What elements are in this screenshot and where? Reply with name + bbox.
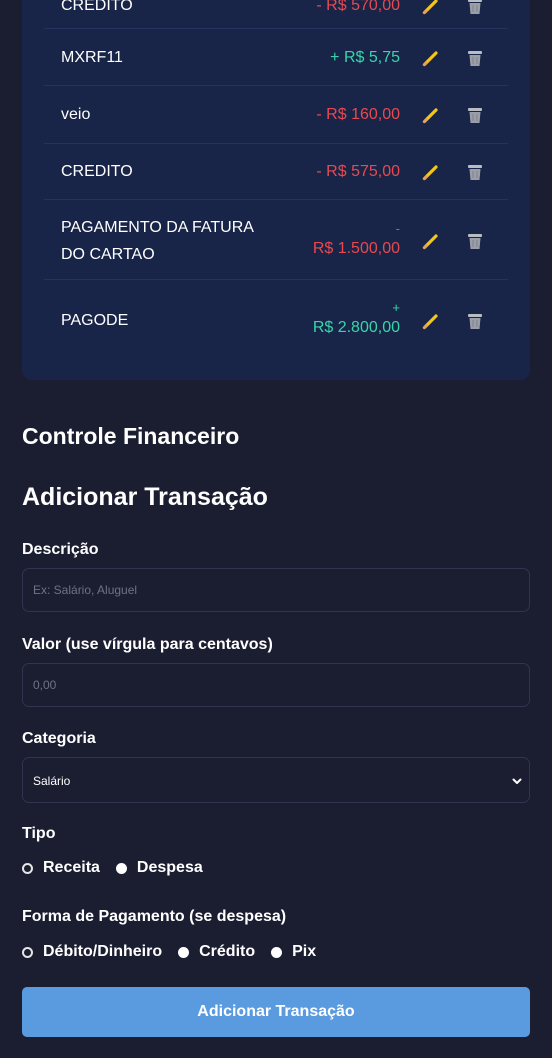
edit-button[interactable] xyxy=(420,47,442,69)
type-option-despesa[interactable]: Despesa xyxy=(115,858,203,878)
transaction-row: PAGAMENTO DA FATURA DO CARTAO - R$ 1.500… xyxy=(44,200,508,280)
transaction-description: PAGODE xyxy=(61,312,129,329)
pencil-icon xyxy=(422,0,438,15)
transaction-row: veio - R$ 160,00 xyxy=(44,86,508,144)
category-selected-value: Salário xyxy=(33,774,71,788)
payment-option-credito[interactable]: Crédito xyxy=(178,942,255,962)
transaction-amount: R$ 1.500,00 xyxy=(312,240,400,257)
radio-label: Despesa xyxy=(136,859,203,876)
trash-icon xyxy=(468,108,482,123)
description-input[interactable] xyxy=(22,568,530,612)
pencil-icon xyxy=(422,165,438,181)
payment-option-pix[interactable]: Pix xyxy=(271,942,316,962)
category-label: Categoria xyxy=(22,730,96,747)
type-option-receita[interactable]: Receita xyxy=(22,858,100,878)
type-label: Tipo xyxy=(22,825,56,842)
description-label: Descrição xyxy=(22,541,99,558)
trash-icon xyxy=(468,314,482,329)
payment-radio-group: Débito/Dinheiro Crédito Pix xyxy=(22,942,332,962)
transaction-row: CREDITO - R$ 570,00 xyxy=(44,0,508,29)
transaction-description: PAGAMENTO DA FATURA DO CARTAO xyxy=(61,219,254,263)
app-title: Controle Financeiro xyxy=(22,423,240,449)
delete-button[interactable] xyxy=(464,0,486,17)
delete-button[interactable] xyxy=(464,47,486,69)
radio-checked-icon[interactable] xyxy=(271,946,283,958)
transaction-amount: R$ 2.800,00 xyxy=(312,319,400,336)
delete-button[interactable] xyxy=(464,161,486,183)
transactions-card: CREDITO - R$ 570,00 MXRF11 + R$ 5,75 vei… xyxy=(22,0,530,380)
transaction-amount-block: - R$ 1.500,00 xyxy=(313,221,400,261)
delete-button[interactable] xyxy=(464,230,486,252)
radio-label: Débito/Dinheiro xyxy=(43,943,163,960)
trash-icon xyxy=(468,234,482,249)
radio-unchecked-icon[interactable] xyxy=(22,862,33,874)
type-radio-group: Receita Despesa xyxy=(22,858,219,878)
transaction-description: MXRF11 xyxy=(61,49,123,66)
chevron-down-icon xyxy=(512,778,522,784)
delete-button[interactable] xyxy=(464,104,486,126)
payment-label: Forma de Pagamento (se despesa) xyxy=(22,908,287,925)
transaction-description: CREDITO xyxy=(61,0,133,14)
trash-icon xyxy=(468,165,482,180)
category-select[interactable]: Salário xyxy=(22,757,530,803)
transaction-amount: - R$ 570,00 xyxy=(316,0,400,14)
form-title: Adicionar Transação xyxy=(22,483,268,511)
transaction-description: veio xyxy=(61,106,91,123)
transaction-sign: - xyxy=(395,221,400,236)
edit-button[interactable] xyxy=(420,0,442,17)
transaction-sign: + xyxy=(392,300,400,315)
add-transaction-button[interactable]: Adicionar Transação xyxy=(22,987,530,1037)
pencil-icon xyxy=(422,314,438,330)
pencil-icon xyxy=(422,234,438,250)
edit-button[interactable] xyxy=(420,104,442,126)
transaction-row: MXRF11 + R$ 5,75 xyxy=(44,29,508,86)
pencil-icon xyxy=(422,108,438,124)
amount-input[interactable] xyxy=(22,663,530,707)
payment-option-debito[interactable]: Débito/Dinheiro xyxy=(22,942,162,962)
edit-button[interactable] xyxy=(420,310,442,332)
transaction-amount: + R$ 5,75 xyxy=(330,49,400,66)
radio-checked-icon[interactable] xyxy=(178,946,190,958)
edit-button[interactable] xyxy=(420,161,442,183)
transaction-row: CREDITO - R$ 575,00 xyxy=(44,144,508,200)
trash-icon xyxy=(468,51,482,66)
pencil-icon xyxy=(422,51,438,67)
radio-unchecked-icon[interactable] xyxy=(22,946,33,958)
delete-button[interactable] xyxy=(464,310,486,332)
transaction-row: PAGODE + R$ 2.800,00 xyxy=(44,280,508,360)
edit-button[interactable] xyxy=(420,230,442,252)
radio-checked-icon[interactable] xyxy=(115,862,127,874)
transaction-description: CREDITO xyxy=(61,163,133,180)
radio-label: Crédito xyxy=(199,943,256,960)
transaction-amount: - R$ 160,00 xyxy=(316,106,400,123)
transaction-amount-block: + R$ 2.800,00 xyxy=(313,300,400,340)
amount-label: Valor (use vírgula para centavos) xyxy=(22,636,273,653)
radio-label: Receita xyxy=(43,859,100,876)
radio-label: Pix xyxy=(292,943,317,960)
trash-icon xyxy=(468,0,482,14)
transaction-amount: - R$ 575,00 xyxy=(316,163,400,180)
